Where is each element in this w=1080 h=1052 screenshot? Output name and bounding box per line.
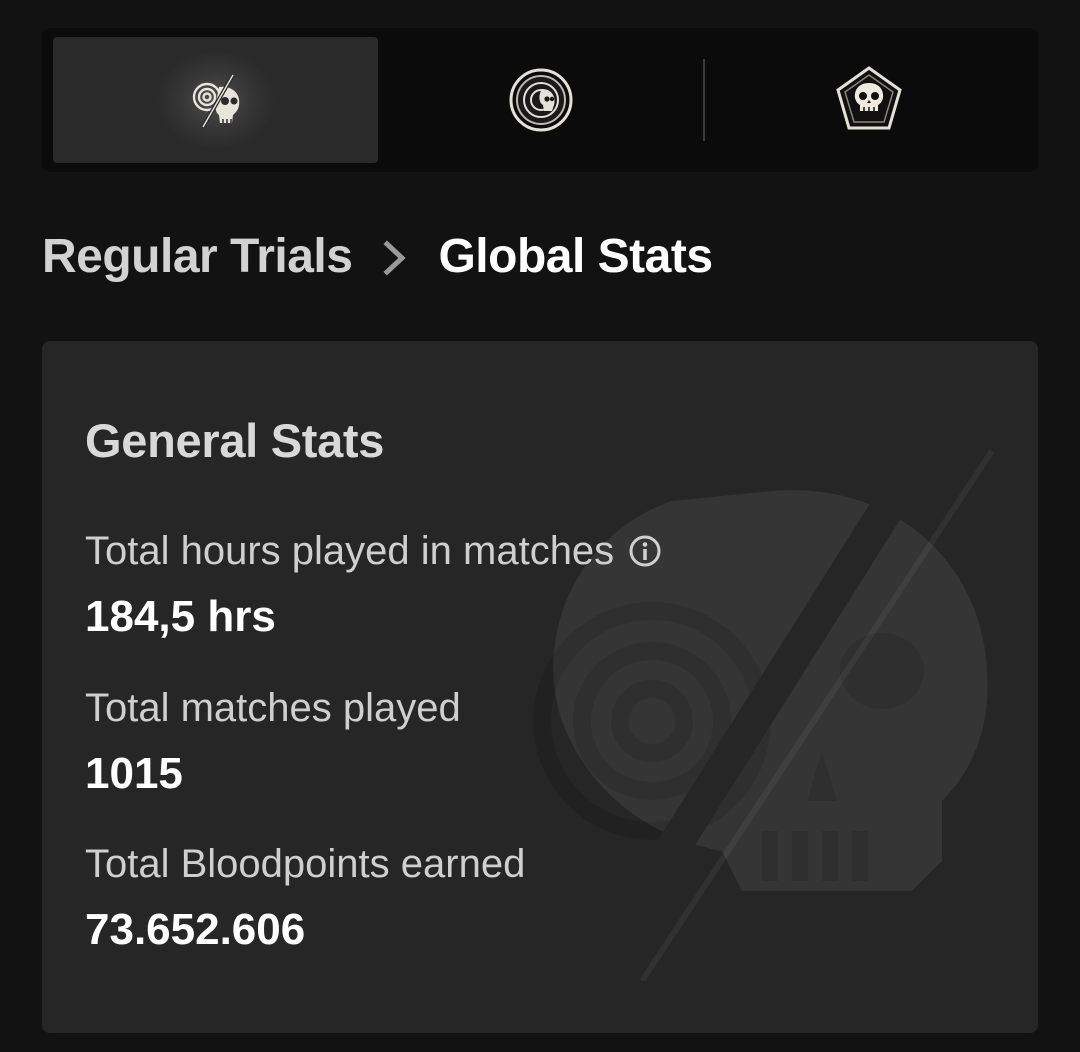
stat-total-hours: Total hours played in matches 184,5 hrs: [85, 525, 662, 643]
general-stats-card: General Stats Total hours played in matc…: [42, 341, 1038, 1033]
breadcrumb-parent-link[interactable]: Regular Trials: [42, 229, 353, 284]
breadcrumb: Regular Trials Global Stats: [42, 224, 713, 288]
tab-regular-trials[interactable]: [53, 37, 378, 163]
breadcrumb-current-page: Global Stats: [438, 229, 713, 283]
stat-total-matches: Total matches played 1015: [85, 682, 461, 800]
broken-skull-emblem-icon: [192, 74, 239, 128]
stat-label: Total Bloodpoints earned: [85, 841, 526, 886]
round-skull-medallion-icon: [509, 68, 572, 132]
pentagon-skull-badge-icon: [835, 66, 902, 130]
tab-medallion[interactable]: [378, 37, 703, 163]
card-title: General Stats: [85, 414, 385, 467]
broken-skull-watermark-icon: [533, 421, 995, 981]
stat-label: Total matches played: [85, 685, 461, 730]
chevron-right-icon: [383, 240, 407, 276]
stat-total-bloodpoints: Total Bloodpoints earned 73.652.606: [85, 838, 525, 956]
stat-label-text: Total hours played in matches: [85, 528, 615, 573]
stat-value: 1015: [85, 749, 183, 798]
stat-label: Total hours played in matches: [85, 525, 662, 577]
info-icon[interactable]: [628, 534, 662, 568]
stat-value: 184,5 hrs: [85, 592, 276, 641]
stat-value: 73.652.606: [85, 905, 306, 954]
tab-skull-badge[interactable]: [703, 37, 1034, 163]
stats-tab-bar: [42, 28, 1038, 172]
page: Regular Trials Global Stats General Stat…: [0, 0, 1080, 1052]
